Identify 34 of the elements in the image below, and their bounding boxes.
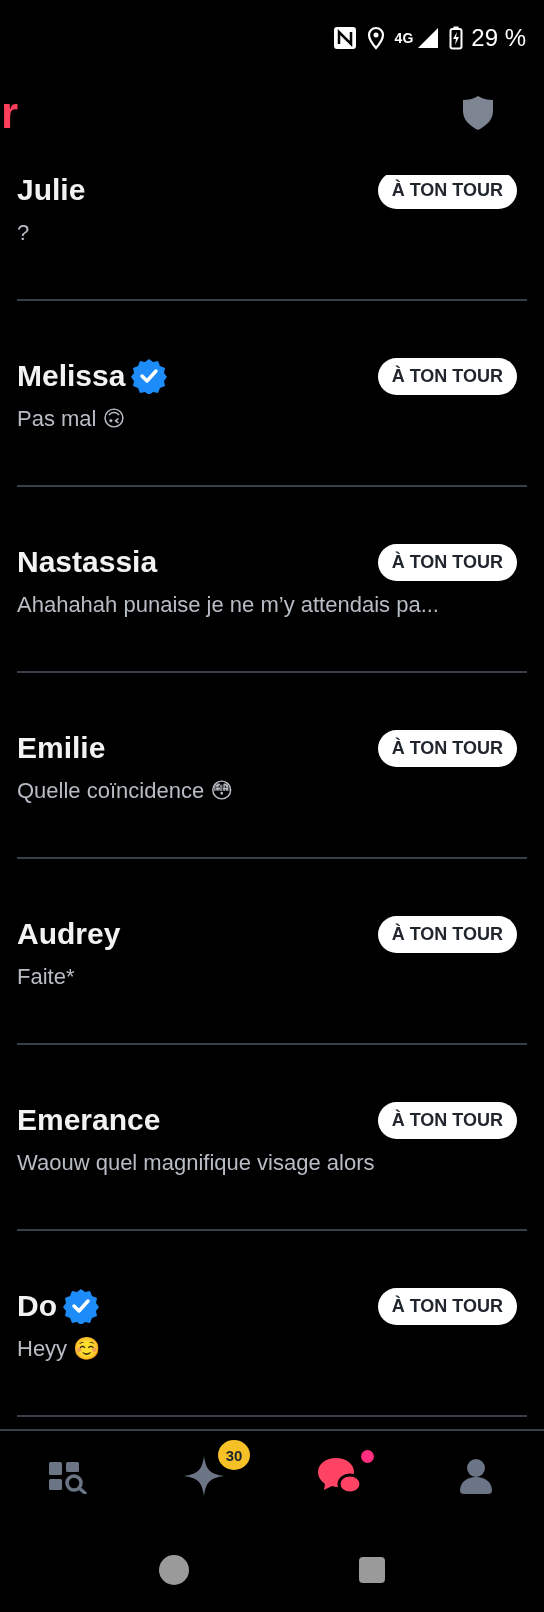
location-icon: [366, 26, 385, 50]
your-turn-badge: À TON TOUR: [377, 175, 517, 209]
verified-icon: [63, 1288, 99, 1324]
contact-name[interactable]: Melissa: [17, 359, 126, 393]
message-preview[interactable]: Waouw quel magnifique visage alors: [17, 1150, 527, 1176]
your-turn-badge: À TON TOUR: [377, 1101, 517, 1139]
shield-icon[interactable]: [462, 94, 494, 131]
battery-icon: [449, 26, 464, 50]
message-preview[interactable]: ?: [17, 220, 527, 246]
network-type: 4G: [394, 30, 414, 46]
your-turn-badge: À TON TOUR: [377, 1287, 517, 1325]
battery-level: 29 %: [471, 24, 526, 52]
home-button[interactable]: [159, 1555, 189, 1585]
message-preview[interactable]: Quelle coïncidence 😳: [17, 778, 527, 804]
nfc-icon: [332, 26, 357, 50]
your-turn-badge: À TON TOUR: [377, 543, 517, 581]
count-badge: 30: [218, 1440, 250, 1470]
contact-name[interactable]: Emilie: [17, 731, 106, 765]
message-preview[interactable]: Ahahahah punaise je ne m’y attendais pa...: [17, 592, 527, 618]
contact-name[interactable]: Nastassia: [17, 545, 158, 579]
message-preview[interactable]: Heyy ☺: [17, 1336, 527, 1362]
your-turn-badge: À TON TOUR: [377, 729, 517, 767]
contact-name[interactable]: Julie: [17, 175, 86, 207]
message-preview[interactable]: Faite*: [17, 964, 527, 990]
your-turn-badge: À TON TOUR: [377, 357, 517, 395]
contact-name[interactable]: Emerance: [17, 1103, 161, 1137]
app-title: r: [1, 90, 19, 135]
your-turn-badge: À TON TOUR: [377, 915, 517, 953]
contact-name[interactable]: Audrey: [17, 917, 121, 951]
contact-name[interactable]: Do: [17, 1289, 57, 1323]
signal-icon: [417, 27, 440, 49]
profile-icon[interactable]: [459, 1457, 493, 1495]
message-preview[interactable]: Pas mal 🙃: [17, 406, 527, 432]
verified-icon: [131, 358, 168, 394]
